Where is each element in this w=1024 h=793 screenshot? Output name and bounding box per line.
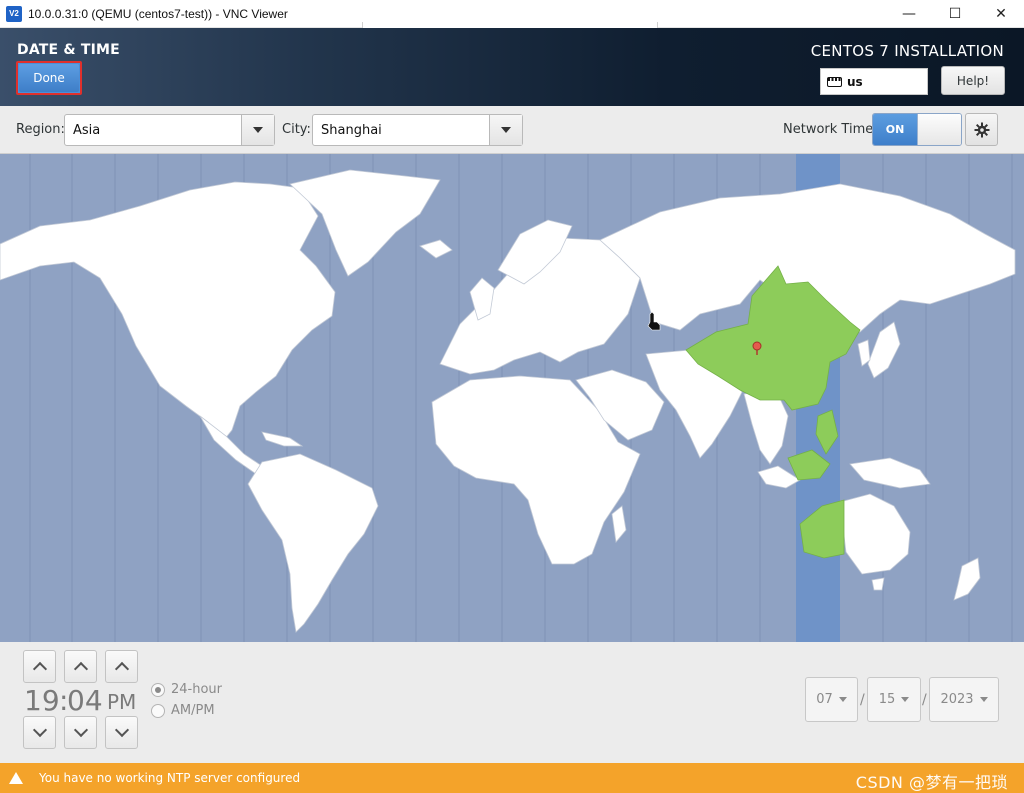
help-button[interactable]: Help!: [941, 66, 1005, 95]
installation-title: CENTOS 7 INSTALLATION: [810, 42, 1004, 60]
ampm-up-button[interactable]: [105, 650, 138, 683]
city-label: City:: [282, 122, 311, 137]
switch-knob: [917, 114, 961, 145]
close-button[interactable]: ✕: [978, 0, 1024, 28]
keyboard-icon: [827, 76, 842, 87]
minute-down-button[interactable]: [64, 716, 97, 749]
window-title: 10.0.0.31:0 (QEMU (centos7-test)) - VNC …: [28, 6, 288, 21]
chevron-down-icon: [901, 697, 910, 702]
chevron-down-icon: [32, 722, 47, 738]
region-combo[interactable]: Asia: [64, 114, 275, 146]
network-time-state: ON: [873, 114, 917, 145]
gear-icon: [974, 122, 989, 137]
window-controls: — ☐ ✕: [886, 0, 1024, 28]
chevron-up-icon: [73, 661, 88, 677]
hour-up-button[interactable]: [23, 650, 56, 683]
format-ampm-option[interactable]: AM/PM: [151, 703, 215, 718]
day-selector[interactable]: 15: [867, 677, 921, 722]
year-selector[interactable]: 2023: [929, 677, 999, 722]
network-time-switch[interactable]: ON: [872, 113, 962, 146]
city-dropdown-arrow[interactable]: [489, 115, 522, 145]
warning-icon: [9, 772, 23, 784]
chevron-down-icon: [114, 722, 129, 738]
keyboard-layout-indicator[interactable]: us: [820, 68, 928, 95]
format-ampm-label: AM/PM: [171, 703, 215, 718]
timezone-map[interactable]: [0, 154, 1024, 642]
chevron-down-icon: [979, 697, 988, 702]
timezone-toolbar: Region: Asia City: Shanghai Network Time…: [0, 106, 1024, 154]
day-value: 15: [878, 692, 896, 707]
keyboard-layout-label: us: [847, 74, 863, 89]
hours-value: 19: [24, 684, 60, 717]
format-24-hour-option[interactable]: 24-hour: [151, 682, 222, 697]
vnc-viewer-icon: V2: [6, 5, 22, 22]
done-button-label: Done: [19, 64, 79, 92]
format-24-hour-label: 24-hour: [171, 682, 223, 697]
time-date-panel: 19 : 04 PM 24-hour AM/PM 07 / 15 / 2023: [0, 642, 1024, 763]
city-combo[interactable]: Shanghai: [312, 114, 523, 146]
region-value: Asia: [73, 122, 101, 138]
chevron-down-icon: [73, 722, 88, 738]
radio-ampm[interactable]: [151, 703, 165, 718]
region-label: Region:: [16, 122, 65, 137]
page-title: DATE & TIME: [17, 42, 120, 58]
hour-down-button[interactable]: [23, 716, 56, 749]
month-value: 07: [816, 692, 833, 707]
done-button[interactable]: Done: [16, 61, 82, 95]
radio-24-hour[interactable]: [151, 682, 165, 697]
ampm-down-button[interactable]: [105, 716, 138, 749]
minute-up-button[interactable]: [64, 650, 97, 683]
chevron-up-icon: [114, 661, 129, 677]
ntp-config-button[interactable]: [965, 113, 998, 146]
chevron-down-icon: [253, 127, 263, 133]
date-separator: /: [860, 692, 865, 708]
date-separator: /: [922, 692, 927, 708]
warning-bar: You have no working NTP server configure…: [0, 763, 1024, 793]
watermark: CSDN @梦有一把琐: [855, 773, 1008, 792]
chevron-down-icon: [501, 127, 511, 133]
minimize-button[interactable]: —: [886, 0, 932, 28]
city-value: Shanghai: [321, 122, 382, 138]
chevron-up-icon: [32, 661, 47, 677]
network-time-label: Network Time: [783, 122, 874, 137]
period-value: PM: [107, 690, 137, 714]
warning-message: You have no working NTP server configure…: [39, 771, 301, 785]
chevron-down-icon: [838, 697, 847, 702]
month-selector[interactable]: 07: [805, 677, 858, 722]
tasmania: [871, 577, 885, 591]
region-dropdown-arrow[interactable]: [241, 115, 274, 145]
world-map[interactable]: [0, 154, 1024, 642]
installer-header: DATE & TIME Done CENTOS 7 INSTALLATION u…: [0, 28, 1024, 106]
year-value: 2023: [940, 692, 974, 707]
maximize-button[interactable]: ☐: [932, 0, 978, 28]
minutes-value: 04: [67, 684, 103, 717]
